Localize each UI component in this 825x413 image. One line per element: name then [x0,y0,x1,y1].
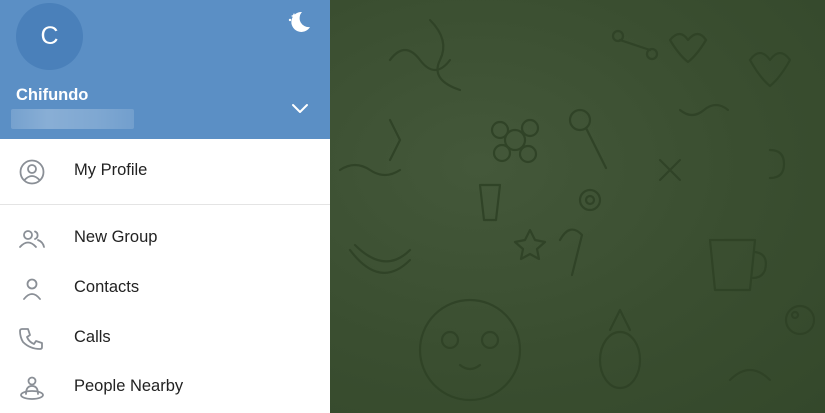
wallpaper-doodles [338,18,816,402]
contact-icon [23,278,41,300]
group-icon [19,230,45,248]
drawer-header: C Chifundo [0,0,330,139]
user-name: Chifundo [16,86,89,104]
account-switch-toggle[interactable] [287,98,313,120]
navigation-drawer: C Chifundo My Profile New Group Contacts… [0,0,330,413]
people-nearby-icon [20,376,44,400]
menu-item-new-group[interactable]: New Group [0,213,330,263]
chat-wallpaper [330,0,825,413]
menu-item-label: Contacts [74,278,140,296]
night-mode-toggle[interactable] [285,8,313,36]
phone-icon [19,328,43,350]
menu-divider [0,204,330,205]
menu-item-label: My Profile [74,161,148,179]
avatar-initial: C [40,22,59,50]
menu-item-people-nearby[interactable]: People Nearby [0,362,330,412]
profile-icon [19,159,45,185]
menu-item-calls[interactable]: Calls [0,313,330,363]
menu-item-contacts[interactable]: Contacts [0,263,330,313]
menu-item-label: Calls [74,328,111,346]
menu-item-my-profile[interactable]: My Profile [0,146,330,196]
moon-icon [288,11,310,32]
menu-item-label: People Nearby [74,377,184,395]
user-phone-masked [11,109,134,129]
menu-item-label: New Group [74,228,158,246]
chevron-down-icon [292,104,308,113]
avatar[interactable]: C [16,3,83,70]
